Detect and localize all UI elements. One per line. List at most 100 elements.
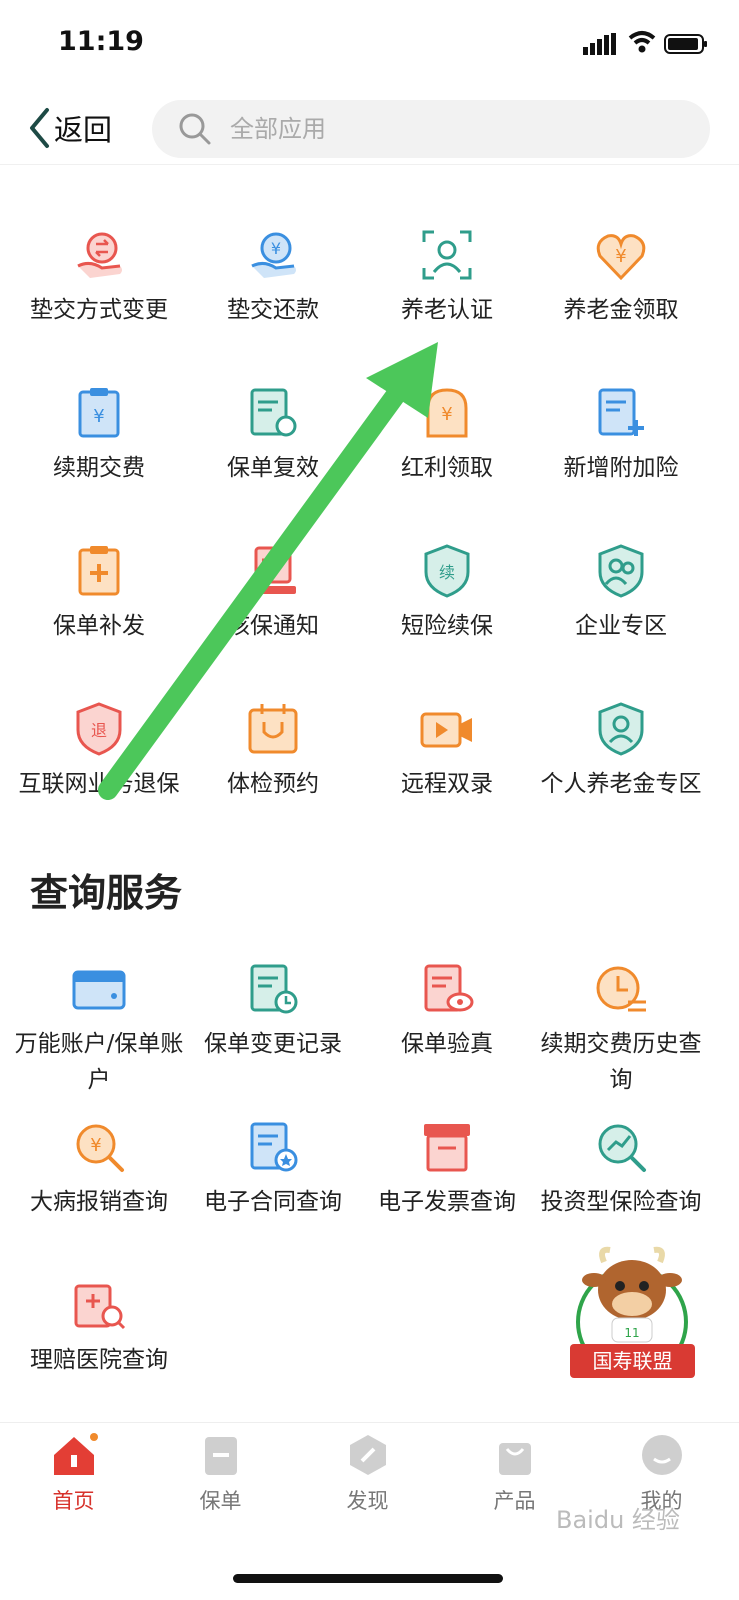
service-item-label: 理赔医院查询 [30, 1347, 168, 1373]
clipboard-plus-icon [78, 546, 120, 596]
tab-label: 保单 [199, 1489, 242, 1513]
service-item[interactable]: 退互联网业务退保 [7, 700, 191, 802]
policy-icon [204, 1437, 237, 1475]
shield-people-icon [598, 544, 644, 598]
tab-home[interactable]: 首页 [0, 1431, 147, 1515]
tab-label: 发现 [346, 1489, 389, 1513]
svg-text:退: 退 [91, 721, 107, 740]
back-label: 返回 [54, 113, 113, 147]
service-item-label: 电子发票查询 [378, 1189, 516, 1215]
service-item-label: 保单复效 [227, 455, 319, 481]
service-item-label: 电子合同查询 [204, 1189, 342, 1215]
service-item[interactable]: 电子发票查询 [355, 1118, 539, 1220]
service-item-label: 红利领取 [401, 455, 493, 481]
search-icon [179, 113, 211, 145]
repay-icon: ¥ [251, 232, 296, 278]
service-item-label: 保单变更记录 [204, 1031, 342, 1057]
query-section-title: 查询服务 [30, 871, 183, 915]
magnifier-yuan-icon: ¥ [76, 1124, 124, 1172]
battery-icon [664, 34, 707, 54]
hospital-search-icon [74, 1284, 126, 1330]
chevron-left-icon [30, 108, 49, 148]
service-item[interactable]: 续期交费历史查询 [529, 960, 713, 1098]
service-item-label: 互联网业务退保 [18, 771, 180, 797]
magnifier-chart-icon [598, 1124, 646, 1172]
doc-refresh-icon [250, 388, 297, 437]
back-button[interactable]: 返回 [28, 106, 112, 150]
service-item-label: 垫交方式变更 [30, 297, 168, 323]
search-input[interactable] [228, 114, 652, 144]
home-indicator [233, 1574, 503, 1583]
service-item-label: 体检预约 [227, 771, 319, 797]
search-bar[interactable] [152, 100, 710, 158]
service-item[interactable]: 垫交方式变更 [7, 226, 191, 328]
service-item[interactable]: 新增附加险 [529, 384, 713, 486]
invoice-box-icon [424, 1124, 470, 1172]
wifi-icon [628, 31, 656, 53]
header: 返回 [0, 88, 739, 165]
discover-icon [349, 1435, 386, 1475]
svg-text:¥: ¥ [93, 406, 104, 427]
service-item-label: 养老金领取 [563, 297, 679, 323]
heart-yuan-icon: ¥ [596, 234, 646, 281]
service-item-label: 保单验真 [401, 1031, 493, 1057]
service-item-label: 万能账户/保单账户 [14, 1031, 184, 1093]
service-item-label: 核保通知 [227, 613, 319, 639]
swap-payment-icon [77, 232, 122, 278]
service-item-label: 投资型保险查询 [540, 1189, 702, 1215]
service-item-label: 企业专区 [575, 613, 667, 639]
service-item-label: 新增附加险 [563, 455, 679, 481]
service-item[interactable]: ¥ 垫交还款 [181, 226, 365, 328]
service-item[interactable]: 体检预约 [181, 700, 365, 802]
watermark: Baidu 经验 [556, 1506, 680, 1534]
service-item[interactable]: ¥ 续期交费 [7, 384, 191, 486]
doc-plus-icon [598, 388, 644, 436]
signal-icon [583, 33, 616, 55]
service-item[interactable]: 企业专区 [529, 542, 713, 644]
service-item[interactable]: 保单复效 [181, 384, 365, 486]
doc-eye-icon [424, 964, 474, 1012]
profile-icon [641, 1435, 682, 1475]
service-item[interactable]: 核保通知 [181, 542, 365, 644]
calendar-stethoscope-icon [248, 704, 298, 754]
service-item-label: 个人养老金专区 [540, 771, 702, 797]
tab-discover[interactable]: 发现 [294, 1431, 441, 1515]
service-item[interactable]: 保单补发 [7, 542, 191, 644]
status-bar: 11:19 [0, 0, 739, 88]
service-item[interactable]: 理赔医院查询 [7, 1276, 191, 1378]
shield-return-icon: 退 [76, 702, 122, 756]
wallet-icon [72, 970, 126, 1010]
service-item[interactable]: 保单验真 [355, 960, 539, 1062]
service-item[interactable]: 养老认证 [355, 226, 539, 328]
service-item[interactable]: 电子合同查询 [181, 1118, 365, 1220]
status-time: 11:19 [58, 26, 144, 57]
svg-text:续: 续 [439, 563, 455, 582]
service-item-label: 远程双录 [401, 771, 493, 797]
shield-person-icon [598, 702, 644, 756]
service-item[interactable]: ¥ 大病报销查询 [7, 1118, 191, 1220]
svg-text:11: 11 [624, 1326, 639, 1340]
shield-renew-icon: 续 [424, 544, 470, 598]
service-item[interactable]: ¥ 养老金领取 [529, 226, 713, 328]
doc-stamp-icon [250, 546, 296, 594]
service-item[interactable]: 续短险续保 [355, 542, 539, 644]
face-scan-icon [422, 230, 472, 280]
svg-text:¥: ¥ [271, 239, 281, 258]
service-item[interactable]: 万能账户/保单账户 [7, 960, 191, 1098]
service-item[interactable]: 远程双录 [355, 700, 539, 802]
tab-label: 首页 [52, 1489, 95, 1513]
mascot-badge: 国寿联盟 [570, 1344, 695, 1378]
service-item[interactable]: 个人养老金专区 [529, 700, 713, 802]
svg-text:¥: ¥ [441, 404, 452, 425]
doc-clock-icon [250, 964, 298, 1014]
service-item[interactable]: ¥ 红利领取 [355, 384, 539, 486]
doc-star-icon [250, 1122, 298, 1172]
clipboard-yuan-icon: ¥ [78, 388, 120, 438]
mascot-float-button[interactable]: 11 国寿联盟 [570, 1240, 695, 1388]
service-item[interactable]: 投资型保险查询 [529, 1118, 713, 1220]
clock-exchange-icon [596, 966, 646, 1012]
service-item[interactable]: 保单变更记录 [181, 960, 365, 1062]
tab-policy[interactable]: 保单 [147, 1431, 294, 1515]
svg-text:¥: ¥ [90, 1135, 101, 1156]
tombstone-yuan-icon: ¥ [426, 388, 468, 438]
